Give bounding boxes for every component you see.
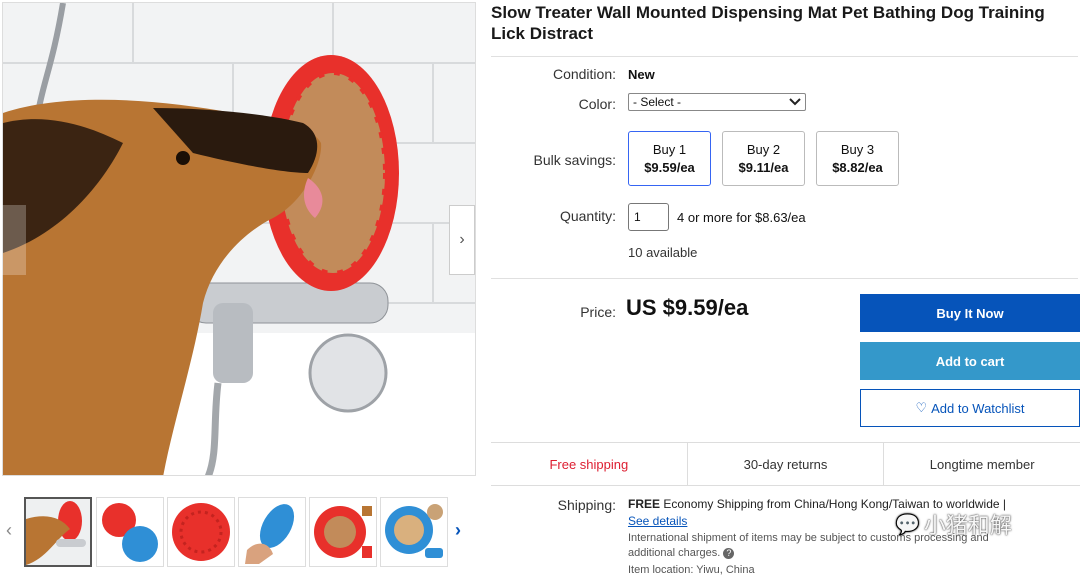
feature-badges: Free shipping 30-day returns Longtime me… bbox=[491, 442, 1080, 486]
color-select[interactable]: - Select - bbox=[628, 93, 806, 111]
chat-bubble-icon: 💬 bbox=[895, 513, 920, 536]
watermark-text: 小猪和解 bbox=[923, 513, 1012, 538]
quantity-label: Quantity: bbox=[559, 208, 616, 224]
shipping-free: FREE bbox=[628, 497, 661, 511]
available-count: 10 available bbox=[628, 245, 698, 260]
bulk-option-2[interactable]: Buy 2 $9.11/ea bbox=[722, 131, 805, 186]
condition-value: New bbox=[628, 67, 655, 82]
color-label: Color: bbox=[578, 96, 616, 112]
heart-icon: ♡ bbox=[915, 400, 928, 415]
watermark: 💬 小猪和解 bbox=[895, 508, 1012, 540]
bulk-qty: Buy 3 bbox=[840, 142, 875, 157]
chevron-left-icon: ‹ bbox=[6, 520, 12, 540]
chevron-down-icon bbox=[789, 98, 801, 106]
bulk-price: $8.82/ea bbox=[832, 160, 883, 175]
image-prev-edge[interactable] bbox=[2, 205, 26, 275]
condition-label: Condition: bbox=[552, 66, 616, 82]
intl-note-2: additional charges. ? bbox=[628, 547, 735, 559]
product-title: Slow Treater Wall Mounted Dispensing Mat… bbox=[491, 3, 1045, 43]
bulk-qty: Buy 1 bbox=[652, 142, 687, 157]
price-label: Price: bbox=[580, 304, 616, 320]
shipping-label: Shipping: bbox=[557, 497, 616, 513]
thumbnail-5[interactable] bbox=[309, 497, 377, 567]
main-product-image[interactable] bbox=[2, 2, 476, 476]
item-location: Item location: Yiwu, China bbox=[628, 564, 755, 576]
add-to-watchlist-button[interactable]: ♡ Add to Watchlist bbox=[860, 389, 1080, 427]
thumbs-prev-arrow[interactable]: ‹ bbox=[6, 520, 12, 541]
thumbs-next-arrow[interactable]: › bbox=[455, 520, 461, 541]
see-details-link[interactable]: See details bbox=[628, 514, 687, 528]
bulk-option-3[interactable]: Buy 3 $8.82/ea bbox=[816, 131, 899, 186]
thumbnail-3[interactable] bbox=[167, 497, 235, 567]
buy-it-now-button[interactable]: Buy It Now bbox=[860, 294, 1080, 332]
color-select-value: - Select - bbox=[633, 95, 682, 109]
thumbnail-4[interactable] bbox=[238, 497, 306, 567]
quantity-input[interactable]: 1 bbox=[628, 203, 669, 231]
thumbnail-2[interactable] bbox=[96, 497, 164, 567]
badge-returns: 30-day returns bbox=[688, 443, 885, 485]
details-divider bbox=[491, 278, 1078, 279]
bulk-savings-label: Bulk savings: bbox=[533, 152, 616, 168]
image-next-arrow[interactable]: › bbox=[449, 205, 475, 275]
badge-member: Longtime member bbox=[929, 456, 1035, 472]
thumbnail-1[interactable] bbox=[24, 497, 92, 567]
bulk-price: $9.11/ea bbox=[738, 160, 789, 175]
bulk-price: $9.59/ea bbox=[644, 160, 695, 175]
intl-note-2-text: additional charges. bbox=[628, 547, 721, 559]
title-divider bbox=[491, 56, 1078, 57]
help-icon[interactable]: ? bbox=[723, 548, 735, 559]
badge-free-shipping: Free shipping bbox=[491, 443, 688, 485]
price-value: US $9.59/ea bbox=[626, 295, 749, 320]
chevron-right-icon: › bbox=[455, 520, 461, 540]
bulk-qty: Buy 2 bbox=[746, 142, 781, 157]
bulk-option-1[interactable]: Buy 1 $9.59/ea bbox=[628, 131, 711, 186]
watchlist-label: Add to Watchlist bbox=[931, 400, 1025, 416]
chevron-right-icon: › bbox=[459, 231, 465, 248]
add-to-cart-button[interactable]: Add to cart bbox=[860, 342, 1080, 380]
quantity-offer: 4 or more for $8.63/ea bbox=[677, 210, 806, 225]
thumbnail-6[interactable] bbox=[380, 497, 448, 567]
